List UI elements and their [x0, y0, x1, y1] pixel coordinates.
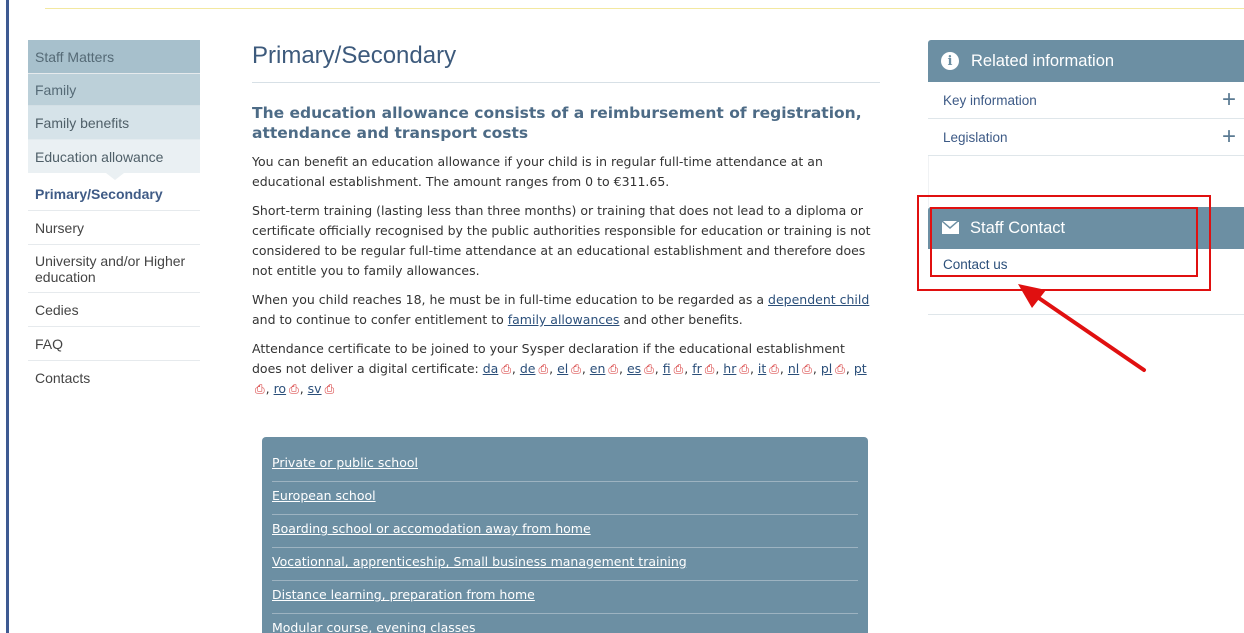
sidebar-item-faq[interactable]: FAQ: [28, 327, 200, 361]
sidebar-item-label: Family: [35, 81, 77, 98]
accordion-label: Key information: [943, 92, 1037, 108]
school-type-link[interactable]: Vocationnal, apprenticeship, Small busin…: [272, 554, 687, 569]
pdf-icon: ⎙: [324, 382, 335, 396]
pdf-icon: ⎙: [673, 362, 684, 376]
sidebar-item-label: Contacts: [35, 370, 91, 386]
red-arrow-icon: [1018, 284, 1146, 372]
paragraph-amount: You can benefit an education allowance i…: [252, 154, 823, 189]
family-allowances-link[interactable]: family allowances: [508, 312, 620, 327]
text: and other benefits.: [619, 312, 743, 327]
certificate-link-el[interactable]: el: [557, 361, 568, 376]
plus-icon[interactable]: +: [1218, 86, 1240, 114]
sidebar-item-label: Cedies: [35, 301, 79, 318]
sidebar-item-nursery[interactable]: Nursery: [28, 211, 200, 245]
sidebar-item-label: Staff Matters: [35, 48, 115, 65]
certificate-link-sv[interactable]: sv: [308, 381, 322, 396]
highlight-box-inner: [930, 207, 1198, 277]
certificate-link-es[interactable]: es: [627, 361, 641, 376]
pdf-icon: ⎙: [255, 382, 265, 396]
certificate-link-hr[interactable]: hr: [723, 361, 736, 376]
pdf-icon: ⎙: [802, 362, 812, 376]
text: Attendance certificate to be joined to y…: [252, 341, 845, 376]
sidebar-nav: Staff Matters Family Family benefits Edu…: [28, 40, 200, 395]
pdf-icon: ⎙: [769, 362, 779, 376]
accordion-key-information[interactable]: Key information +: [928, 82, 1244, 119]
pdf-icon: ⎙: [739, 362, 749, 376]
pdf-icon: ⎙: [704, 362, 715, 376]
page-title: Primary/Secondary: [252, 40, 880, 83]
certificate-link-pt[interactable]: pt: [854, 361, 867, 376]
pdf-icon: ⎙: [571, 362, 581, 376]
certificate-link-nl[interactable]: nl: [788, 361, 799, 376]
certificate-link-da[interactable]: da: [483, 361, 499, 376]
text: When you child reaches 18, he must be in…: [252, 292, 769, 307]
certificate-link-fi[interactable]: fi: [663, 361, 671, 376]
related-information-header: i Related information: [928, 40, 1244, 82]
sidebar-item-label: Nursery: [35, 219, 85, 236]
sidebar-item-label: Family benefits: [35, 114, 130, 131]
related-information-title: Related information: [971, 51, 1115, 70]
sidebar-item-university[interactable]: University and/or Higher education: [28, 245, 200, 293]
dependent-child-link[interactable]: dependent child: [768, 292, 869, 307]
school-type-link[interactable]: Modular course, evening classes: [272, 620, 476, 633]
main-content: Primary/Secondary The education allowanc…: [252, 40, 880, 633]
left-accent-bar: [6, 0, 9, 633]
pdf-icon: ⎙: [501, 362, 511, 376]
paragraph-attendance-certificate: Attendance certificate to be joined to y…: [252, 339, 878, 399]
school-type-links: Private or public school European school…: [262, 437, 868, 633]
sidebar-item-label: Primary/Secondary: [35, 185, 163, 202]
paragraph-dependent-child: When you child reaches 18, he must be in…: [252, 290, 878, 330]
school-type-link[interactable]: Distance learning, preparation from home: [272, 587, 535, 602]
sidebar-item-family[interactable]: Family: [28, 74, 200, 106]
sidebar-item-family-benefits[interactable]: Family benefits: [28, 106, 200, 140]
sidebar-item-label: Education allowance: [35, 148, 164, 165]
pdf-icon: ⎙: [835, 362, 845, 376]
list-item[interactable]: Boarding school or accomodation away fro…: [272, 515, 858, 548]
paragraph-short-term: Short-term training (lasting less than t…: [252, 203, 871, 278]
info-icon: i: [941, 52, 959, 70]
school-type-link[interactable]: European school: [272, 488, 376, 503]
text: and to continue to confer entitlement to: [252, 312, 508, 327]
accordion-legislation[interactable]: Legislation +: [928, 119, 1244, 156]
pdf-icon: ⎙: [538, 362, 549, 376]
list-item[interactable]: Modular course, evening classes: [272, 614, 858, 633]
certificate-link-pl[interactable]: pl: [821, 361, 832, 376]
sidebar-item-contacts[interactable]: Contacts: [28, 361, 200, 395]
list-item[interactable]: Distance learning, preparation from home: [272, 581, 858, 614]
active-caret: [106, 173, 124, 180]
sidebar-item-cedies[interactable]: Cedies: [28, 293, 200, 327]
sidebar-item-label: University and/or Higher education: [35, 252, 186, 285]
list-item[interactable]: Private or public school: [272, 449, 858, 482]
plus-icon[interactable]: +: [1218, 123, 1240, 151]
school-type-link[interactable]: Private or public school: [272, 455, 418, 470]
sidebar-item-education-allowance[interactable]: Education allowance: [28, 140, 200, 180]
certificate-link-fr[interactable]: fr: [692, 361, 702, 376]
list-item[interactable]: European school: [272, 482, 858, 515]
certificate-link-it[interactable]: it: [758, 361, 766, 376]
certificate-link-de[interactable]: de: [520, 361, 536, 376]
pdf-icon: ⎙: [608, 362, 619, 376]
page-subtitle: The education allowance consists of a re…: [252, 104, 862, 142]
certificate-link-ro[interactable]: ro: [274, 381, 287, 396]
sidebar-item-staff-matters[interactable]: Staff Matters: [28, 40, 200, 74]
accordion-label: Legislation: [943, 129, 1008, 145]
pdf-icon: ⎙: [644, 362, 654, 376]
sidebar-item-label: FAQ: [35, 335, 64, 352]
top-divider: [45, 8, 1244, 9]
list-item[interactable]: Vocationnal, apprenticeship, Small busin…: [272, 548, 858, 581]
certificate-link-en[interactable]: en: [590, 361, 606, 376]
pdf-icon: ⎙: [289, 382, 299, 396]
school-type-link[interactable]: Boarding school or accomodation away fro…: [272, 521, 591, 536]
